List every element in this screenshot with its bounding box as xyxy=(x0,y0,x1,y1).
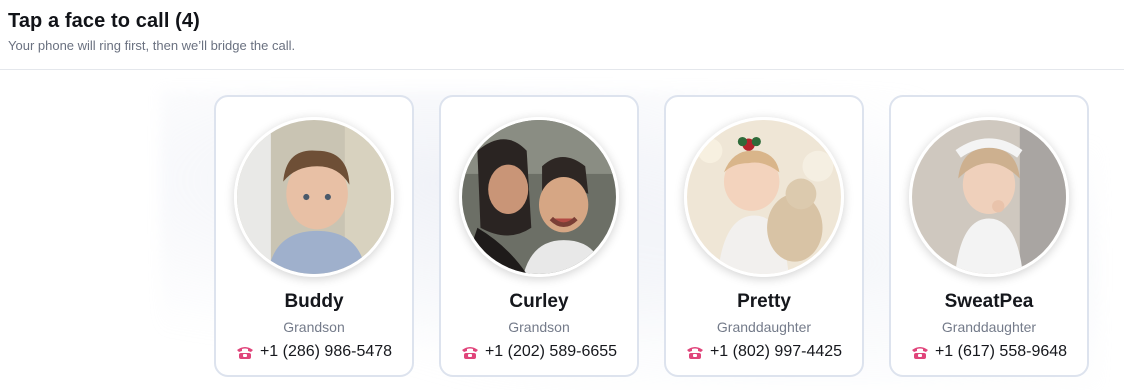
telephone-icon xyxy=(461,344,479,360)
telephone-icon xyxy=(911,344,929,360)
phone-row: +1 (286) 986-5478 xyxy=(236,343,392,361)
contact-card-pretty[interactable]: Pretty Granddaughter +1 (802) 997-4425 xyxy=(664,95,864,377)
contact-relation: Granddaughter xyxy=(941,319,1037,335)
page-header: Tap a face to call (4) Your phone will r… xyxy=(8,10,295,53)
contact-grid: Buddy Grandson +1 (286) 986-5478 Curley … xyxy=(214,95,1089,377)
avatar xyxy=(459,117,619,277)
contact-relation: Granddaughter xyxy=(716,319,812,335)
avatar xyxy=(909,117,1069,277)
telephone-icon xyxy=(236,344,254,360)
contact-card-sweatpea[interactable]: SweatPea Granddaughter +1 (617) 558-9648 xyxy=(889,95,1089,377)
phone-row: +1 (617) 558-9648 xyxy=(911,343,1067,361)
contact-phone: +1 (802) 997-4425 xyxy=(709,343,843,360)
phone-row: +1 (202) 589-6655 xyxy=(461,343,617,361)
header-divider xyxy=(0,69,1124,70)
contact-name: Buddy xyxy=(284,291,344,312)
phone-row: +1 (802) 997-4425 xyxy=(686,343,842,361)
page-subtitle: Your phone will ring first, then we’ll b… xyxy=(8,38,296,53)
contact-phone: +1 (202) 589-6655 xyxy=(484,343,618,360)
contact-phone: +1 (617) 558-9648 xyxy=(934,343,1068,360)
contact-name: Curley xyxy=(509,291,569,312)
contact-phone: +1 (286) 986-5478 xyxy=(259,343,393,360)
telephone-icon xyxy=(686,344,704,360)
contact-relation: Grandson xyxy=(283,319,345,335)
avatar xyxy=(684,117,844,277)
contact-name: SweatPea xyxy=(944,291,1034,312)
contact-card-buddy[interactable]: Buddy Grandson +1 (286) 986-5478 xyxy=(214,95,414,377)
contact-name: Pretty xyxy=(737,291,791,312)
contact-relation: Grandson xyxy=(508,319,570,335)
contact-card-curley[interactable]: Curley Grandson +1 (202) 589-6655 xyxy=(439,95,639,377)
avatar xyxy=(234,117,394,277)
page-title: Tap a face to call (4) xyxy=(8,10,200,32)
